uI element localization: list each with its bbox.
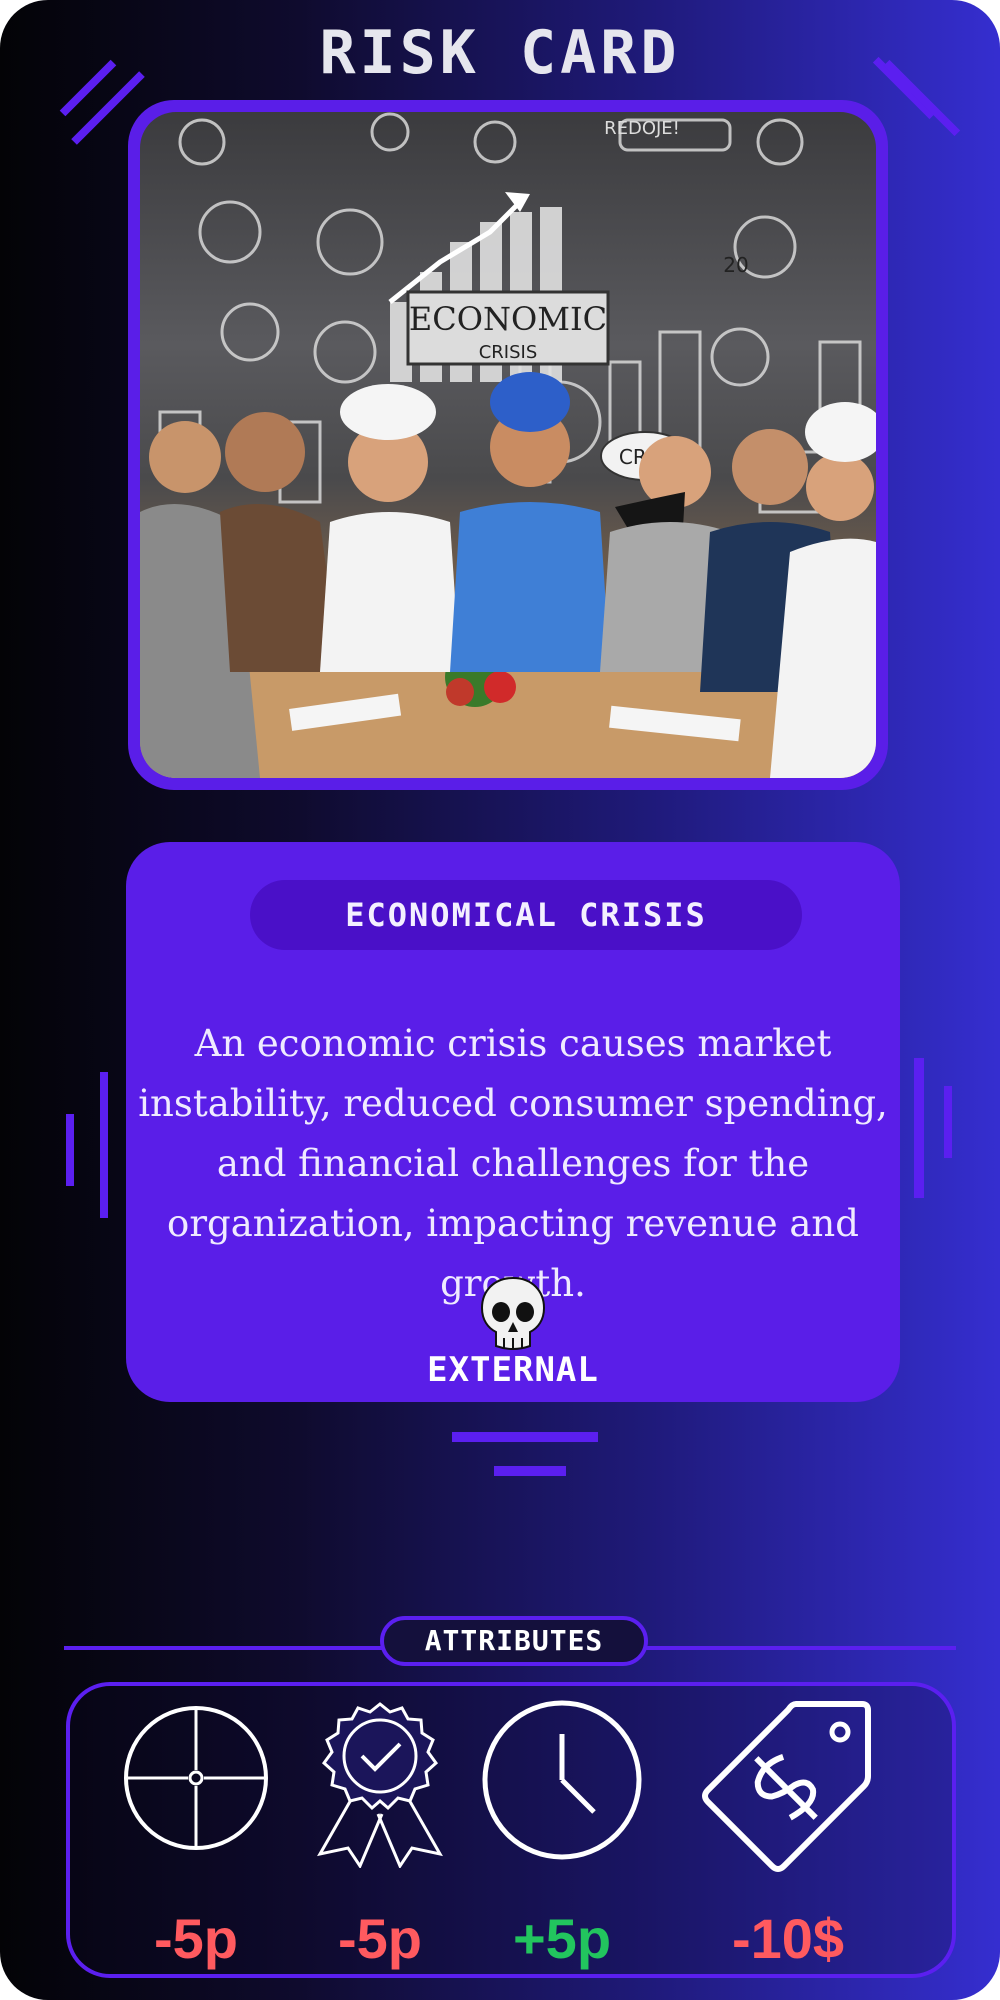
board-text: ECONOMIC [409, 300, 607, 338]
economic-crisis-illustration: ECONOMIC CRISIS CRAF REDOJE! 20 [140, 112, 876, 778]
risk-image-frame: ECONOMIC CRISIS CRAF REDOJE! 20 [128, 100, 888, 790]
crosshair-icon [124, 1706, 268, 1850]
attribute-value: +5p [512, 1907, 612, 1970]
deco-bar-right-1 [914, 1058, 924, 1198]
clock-icon [482, 1700, 642, 1860]
risk-type-label: EXTERNAL [427, 1350, 599, 1390]
attribute-time: +5p [474, 1698, 650, 1970]
attributes-label: ATTRIBUTES [380, 1616, 648, 1666]
risk-image: ECONOMIC CRISIS CRAF REDOJE! 20 [140, 112, 876, 778]
deco-bar-left-2 [100, 1072, 108, 1218]
award-ribbon-icon [317, 1702, 443, 1868]
attribute-reputation: -5p [312, 1698, 448, 1970]
attribute-cost: -10$ [698, 1698, 878, 1970]
board-subtext: CRISIS [479, 342, 538, 363]
skull-icon [480, 1276, 546, 1350]
deco-bar-bottom-1 [452, 1432, 598, 1442]
attributes-panel: -5p -5p +5p -10$ [66, 1682, 956, 1978]
attribute-quality: -5p [116, 1698, 276, 1970]
attribute-value: -5p [338, 1907, 422, 1970]
risk-info-panel: ECONOMICAL CRISIS An economic crisis cau… [126, 842, 900, 1402]
attribute-value: -10$ [731, 1907, 845, 1970]
price-tag-dollar-icon [702, 1701, 871, 1872]
risk-card: RISK CARD ECONOMIC CRISIS REDOJE! 20 ECO… [0, 0, 1000, 2000]
card-title: RISK CARD [319, 18, 681, 88]
risk-name: ECONOMICAL CRISIS [250, 880, 802, 950]
deco-bar-left-1 [66, 1114, 74, 1186]
risk-description: An economic crisis causes market instabi… [138, 1022, 888, 1305]
doodle-text: REDOJE! [604, 118, 680, 139]
doodle-number: 20 [723, 253, 748, 277]
attribute-value: -5p [154, 1907, 238, 1970]
deco-bar-right-2 [944, 1086, 952, 1158]
deco-bar-bottom-2 [494, 1466, 566, 1476]
